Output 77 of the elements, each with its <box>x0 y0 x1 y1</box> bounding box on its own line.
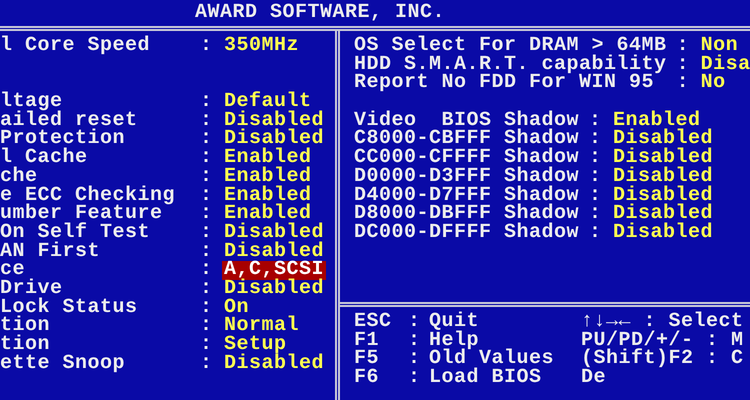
colon-separator: : <box>200 298 214 318</box>
setting-label: On Self Test <box>0 224 152 243</box>
setting-value[interactable]: Disabled <box>611 205 716 224</box>
hotkey-label: ESC <box>354 313 393 332</box>
setting-value[interactable]: Default <box>222 93 326 112</box>
colon-separator: : <box>200 168 214 187</box>
setting-value[interactable]: 350MHz <box>222 37 302 56</box>
colon-separator: : <box>589 168 603 186</box>
setting-value[interactable]: Disabled <box>222 242 326 262</box>
colon-separator: : <box>676 74 690 94</box>
hotkey-action: Quit <box>429 313 480 332</box>
setting-value[interactable]: Enabled <box>222 168 326 187</box>
colon-separator: : <box>200 112 214 130</box>
setting-label: tion <box>0 336 52 355</box>
hotkey-action: Help <box>429 332 480 350</box>
hotkey-label: F6 <box>354 369 380 388</box>
colon-separator: : <box>200 336 214 355</box>
setting-value[interactable]: Disabled <box>222 354 326 374</box>
hotkey-hint: (Shift)F2 : C <box>581 350 744 370</box>
setting-value[interactable]: A,C,SCSI <box>222 261 326 280</box>
colon-separator: : <box>200 149 214 168</box>
colon-separator: : <box>589 112 603 130</box>
colon-separator: : <box>676 37 690 56</box>
colon-separator: : <box>589 186 603 206</box>
setting-label: l Cache <box>0 149 89 168</box>
setting-label: CC000-CFFFF Shadow <box>354 149 580 168</box>
setting-label: DC000-DFFFF Shadow <box>354 224 580 243</box>
bios-vendor-title: AWARD SOFTWARE, INC. <box>195 3 446 23</box>
setting-value[interactable]: Disabled <box>222 224 326 243</box>
colon-separator: : <box>589 149 603 168</box>
setting-label: D0000-D3FFF Shadow <box>354 168 580 186</box>
setting-label: ette Snoop <box>0 354 126 374</box>
setting-value[interactable]: Non <box>698 37 750 56</box>
colon-separator: : <box>200 205 214 224</box>
setting-value[interactable]: Setup <box>222 336 326 355</box>
setting-value[interactable]: No <box>698 74 750 94</box>
colon-separator: : <box>200 224 214 243</box>
setting-label: AN First <box>0 242 102 262</box>
setting-value[interactable]: Disa <box>698 56 750 74</box>
hotkey-action: Load BIOS <box>429 369 543 388</box>
colon-separator: : <box>589 224 603 243</box>
colon-separator: : <box>200 354 214 374</box>
colon-separator: : <box>408 350 422 370</box>
setting-value[interactable]: Disabled <box>611 224 716 243</box>
colon-separator: : <box>200 93 214 112</box>
setting-label: OS Select For DRAM > 64MB <box>354 37 668 56</box>
setting-value[interactable]: Enabled <box>222 205 326 224</box>
setting-label: ce <box>0 261 26 280</box>
colon-separator: : <box>200 242 214 262</box>
colon-separator: : <box>200 186 214 206</box>
hotkey-hint: De <box>581 369 606 388</box>
colon-separator: : <box>676 56 690 74</box>
setting-label: HDD S.M.A.R.T. capability <box>354 56 668 74</box>
hotkey-label: F5 <box>354 350 380 370</box>
colon-separator: : <box>408 332 422 350</box>
setting-value[interactable]: Disabled <box>222 280 326 299</box>
hotkey-label: F1 <box>354 332 380 350</box>
setting-value[interactable]: Disabled <box>611 168 716 186</box>
setting-label: ltage <box>0 93 64 112</box>
hotkey-hint: ↑↓→← : Select <box>581 313 744 332</box>
colon-separator: : <box>200 261 214 280</box>
colon-separator: : <box>200 280 214 299</box>
setting-label: Drive <box>0 280 63 299</box>
setting-label: D8000-DBFFF Shadow <box>354 205 580 224</box>
colon-separator: : <box>408 369 422 388</box>
setting-value[interactable]: Enabled <box>222 149 326 168</box>
colon-separator: : <box>200 130 214 150</box>
setting-label: che <box>0 168 38 187</box>
setting-value[interactable]: Disabled <box>611 149 716 168</box>
setting-label: Report No FDD For WIN 95 <box>354 74 654 94</box>
setting-value[interactable]: Normal <box>222 317 326 336</box>
colon-separator: : <box>589 130 603 150</box>
colon-separator: : <box>589 205 603 224</box>
colon-separator: : <box>408 313 422 332</box>
colon-separator: : <box>200 317 214 336</box>
setting-label: l Core Speed <box>0 37 152 56</box>
colon-separator: : <box>200 37 214 56</box>
